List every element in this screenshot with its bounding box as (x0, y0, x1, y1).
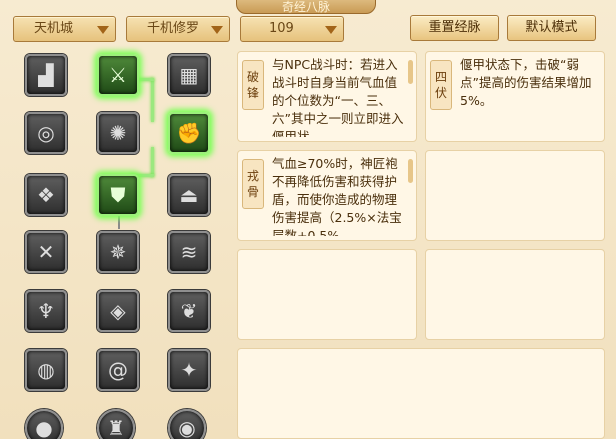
talent-card-empty (237, 348, 605, 439)
skill-icon-coil[interactable]: ◉ (168, 409, 206, 439)
skill-icon-castle[interactable]: ▟ (25, 54, 67, 96)
skill-icon-claw[interactable]: ❖ (25, 174, 67, 216)
skill-icon-wind[interactable]: ≋ (168, 231, 210, 273)
chevron-down-icon (211, 26, 223, 34)
level-dropdown-value: 109 (269, 21, 294, 36)
skill-icon-warrior[interactable]: ✦ (168, 349, 210, 391)
talent-description: 气血≥70%时，神匠袍不再降低伤害和获得护盾，而使你造成的物理伤害提高（2.5%… (272, 156, 402, 236)
school-dropdown[interactable]: 千机修罗 (126, 16, 230, 42)
default-mode-button[interactable]: 默认模式 (507, 15, 596, 41)
skill-icon-fist[interactable]: ✊ (168, 112, 210, 154)
talent-label: 破锋 (242, 60, 264, 110)
talent-card-empty (425, 249, 605, 340)
scrollbar[interactable] (408, 159, 413, 183)
skill-icon-orb[interactable]: ● (25, 409, 63, 439)
school-dropdown-value: 千机修罗 (147, 21, 200, 36)
meridian-panel: 奇经八脉 天机城 千机修罗 109 重置经脉 默认模式 ▟ ⚔ ▦ ◎ ✺ ✊ ❖ ⛊ ⏏ ✕ ✵ ≋… (0, 0, 616, 439)
skill-icon-target[interactable]: ◎ (25, 112, 67, 154)
skill-icon-vortex[interactable]: @ (97, 349, 139, 391)
talent-card-empty (237, 249, 417, 340)
skill-icon-fire[interactable]: ✺ (97, 112, 139, 154)
sect-dropdown-value: 天机城 (34, 21, 74, 36)
skill-icon-relic[interactable]: ▦ (168, 54, 210, 96)
reset-meridian-button[interactable]: 重置经脉 (410, 15, 499, 41)
skill-icon-anvil[interactable]: ⏏ (168, 174, 210, 216)
skill-icon-diamond[interactable]: ◈ (97, 290, 139, 332)
skill-icon-web[interactable]: ✵ (97, 231, 139, 273)
sect-dropdown[interactable]: 天机城 (13, 16, 116, 42)
skill-icon-cross-blades[interactable]: ✕ (25, 231, 67, 273)
connector-line (151, 78, 154, 122)
skill-icon-sword-slash[interactable]: ⚔ (97, 54, 139, 96)
talent-card-sifu[interactable]: 四伏 偃甲状态下，击破“弱点”提高的伤害结果增加5%。 (425, 51, 605, 142)
talent-label: 四伏 (430, 60, 452, 110)
talent-card-ronggu[interactable]: 戎骨 气血≥70%时，神匠袍不再降低伤害和获得护盾，而使你造成的物理伤害提高（2… (237, 150, 417, 241)
talent-description: 与NPC战斗时：若进入战斗时自身当前气血值的个位数为“一、三、六”其中之一则立即… (272, 57, 404, 137)
skill-icon-figure[interactable]: ♆ (25, 290, 67, 332)
skill-icon-shield[interactable]: ⛊ (97, 174, 139, 216)
level-dropdown[interactable]: 109 (240, 16, 344, 42)
chevron-down-icon (325, 26, 337, 34)
connector-line (151, 147, 154, 177)
talent-label: 戎骨 (242, 159, 264, 209)
skill-icon-leaf[interactable]: ❦ (168, 290, 210, 332)
skill-grid: ▟ ⚔ ▦ ◎ ✺ ✊ ❖ ⛊ ⏏ ✕ ✵ ≋ ♆ ◈ ❦ ◍ @ ✦ ● ♜ ◉ (0, 44, 232, 439)
talent-card-empty (425, 150, 605, 241)
skill-icon-totem[interactable]: ♜ (97, 409, 135, 439)
talent-description: 偃甲状态下，击破“弱点”提高的伤害结果增加5%。 (460, 57, 592, 108)
skill-icon-ring[interactable]: ◍ (25, 349, 67, 391)
talent-card-pofeng[interactable]: 破锋 与NPC战斗时：若进入战斗时自身当前气血值的个位数为“一、三、六”其中之一… (237, 51, 417, 142)
window-title: 奇经八脉 (236, 0, 376, 14)
chevron-down-icon (97, 26, 109, 34)
scrollbar[interactable] (408, 60, 413, 84)
